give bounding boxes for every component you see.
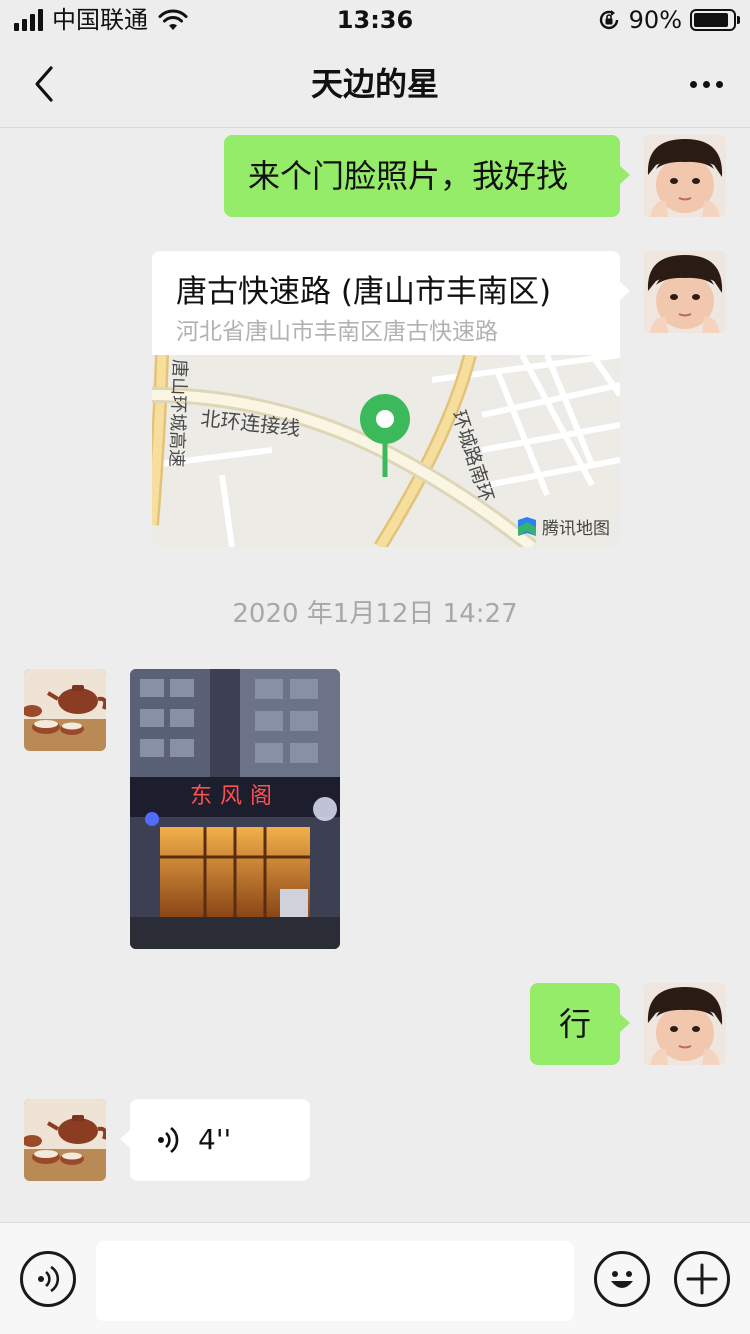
location-map: 北环连接线 环城路南环 唐山环城高速 腾讯地图: [152, 352, 620, 547]
plus-button[interactable]: [674, 1251, 730, 1307]
emoji-button[interactable]: [594, 1251, 650, 1307]
my-avatar[interactable]: [644, 251, 726, 333]
my-avatar[interactable]: [644, 135, 726, 217]
more-dot: [689, 80, 697, 88]
chat-timestamp: 2020 年1月12日 14:27: [232, 599, 518, 629]
message-text: 行: [558, 1005, 591, 1043]
voice-input-button[interactable]: [20, 1251, 76, 1307]
status-bar: 中国联通 13:36 90%: [0, 0, 750, 40]
contact-avatar[interactable]: [24, 669, 106, 751]
more-button[interactable]: [682, 60, 730, 108]
nav-bar: 天边的星: [0, 40, 750, 128]
location-address: 河北省唐山市丰南区唐古快速路: [176, 319, 498, 345]
map-brand-label: 腾讯地图: [542, 519, 610, 539]
shop-sign: 东风阁: [190, 784, 280, 809]
contact-avatar[interactable]: [24, 1099, 106, 1181]
rotation-lock-icon: [599, 10, 618, 30]
location-title: 唐古快速路 (唐山市丰南区): [176, 274, 552, 310]
more-dot: [715, 80, 723, 88]
message-input[interactable]: [96, 1241, 574, 1321]
battery-percent: 90%: [628, 6, 682, 34]
voice-icon: [38, 1265, 60, 1293]
storefront-image: 东风阁: [130, 669, 340, 949]
map-label: 唐山环城高速: [165, 359, 190, 468]
voice-duration: 4'': [198, 1123, 232, 1156]
message-bubble-outgoing[interactable]: 来个门脸照片，我好找: [224, 135, 630, 217]
my-avatar[interactable]: [644, 983, 726, 1065]
message-bubble-outgoing[interactable]: 行: [530, 983, 630, 1065]
status-right: 90%: [597, 6, 740, 34]
more-dot: [702, 80, 710, 88]
battery-icon: [690, 9, 740, 31]
map-brand: 腾讯地图: [516, 514, 610, 539]
emoji-icon: [611, 1271, 633, 1288]
plus-icon: [686, 1263, 718, 1295]
chat-title: 天边的星: [310, 65, 439, 103]
voice-message-bubble[interactable]: 4'': [120, 1099, 310, 1181]
voice-playback-icon: [158, 1126, 179, 1154]
location-card[interactable]: 唐古快速路 (唐山市丰南区) 河北省唐山市丰南区唐古快速路 北环连接线 环城路南…: [152, 251, 620, 547]
message-text: 来个门脸照片，我好找: [248, 157, 569, 195]
message-photo[interactable]: 东风阁: [130, 669, 340, 949]
tencent-map-icon: [518, 516, 536, 536]
input-bar: [0, 1222, 750, 1334]
location-card-tail: [619, 281, 630, 301]
